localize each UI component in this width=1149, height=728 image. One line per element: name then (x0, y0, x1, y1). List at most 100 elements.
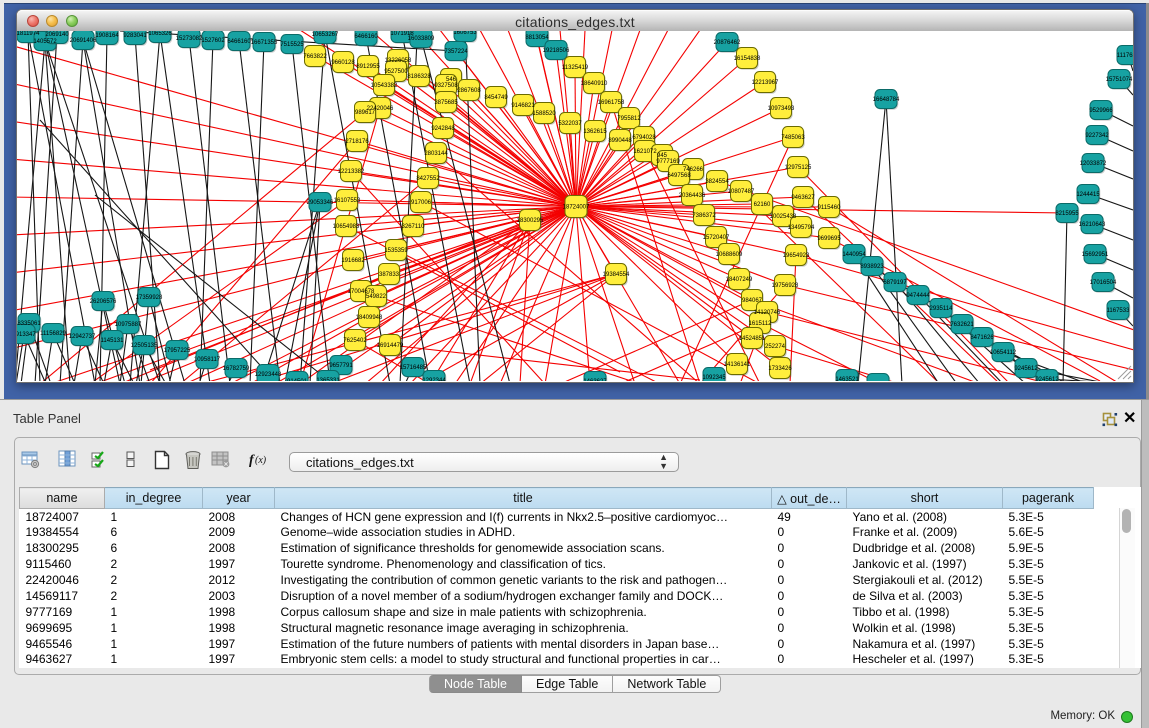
svg-text:14136141: 14136141 (724, 362, 751, 368)
svg-text:1167533: 1167533 (1107, 308, 1131, 314)
svg-text:8813054: 8813054 (525, 35, 549, 41)
svg-text:16210643: 16210643 (1079, 222, 1106, 228)
svg-text:1606753: 1606753 (453, 31, 477, 36)
svg-text:8990448: 8990448 (608, 138, 632, 144)
svg-text:18407249: 18407249 (726, 277, 753, 283)
svg-text:1365331: 1365331 (316, 378, 340, 381)
svg-text:1362615: 1362615 (583, 129, 607, 135)
svg-text:7955812: 7955812 (617, 116, 641, 122)
svg-text:9242848: 9242848 (431, 126, 455, 132)
svg-text:15716485: 15716485 (400, 365, 427, 371)
svg-text:16782759: 16782759 (223, 366, 250, 372)
svg-text:(x): (x) (255, 455, 267, 466)
svg-text:11156829: 11156829 (40, 331, 66, 337)
svg-text:1811974: 1811974 (17, 31, 40, 37)
svg-text:1588520: 1588520 (532, 111, 556, 117)
svg-text:9245612: 9245612 (1014, 366, 1038, 372)
svg-text:13495794: 13495794 (788, 225, 815, 231)
svg-text:7515525: 7515525 (280, 42, 304, 48)
svg-text:16033809: 16033809 (408, 36, 435, 42)
svg-text:914501: 914501 (287, 379, 308, 381)
svg-text:2803144: 2803144 (424, 151, 448, 157)
svg-text:19654923: 19654923 (783, 253, 810, 259)
svg-text:1621072: 1621072 (633, 149, 657, 155)
svg-text:18300295: 18300295 (517, 218, 544, 224)
svg-text:1908164: 1908164 (95, 33, 119, 39)
svg-text:19218506: 19218506 (543, 48, 570, 54)
svg-text:7632621: 7632621 (950, 322, 974, 328)
svg-text:10654112: 10654112 (990, 350, 1017, 356)
svg-text:1244415: 1244415 (1076, 192, 1100, 198)
svg-text:9660128: 9660128 (331, 60, 355, 66)
svg-text:10653267: 10653267 (312, 32, 339, 38)
svg-text:10975887: 10975887 (115, 322, 142, 328)
svg-text:7386372: 7386372 (692, 213, 716, 219)
svg-text:8427552: 8427552 (416, 176, 440, 182)
svg-text:19756928: 19756928 (772, 283, 799, 289)
svg-text:2069140: 2069140 (45, 32, 69, 38)
svg-text:26206576: 26206576 (90, 299, 117, 305)
svg-text:19384554: 19384554 (603, 272, 630, 278)
svg-text:9463627: 9463627 (791, 195, 815, 201)
svg-text:9657791: 9657791 (329, 363, 353, 369)
svg-text:8912955: 8912955 (356, 64, 380, 70)
svg-text:10807487: 10807487 (728, 189, 755, 195)
svg-text:549822: 549822 (366, 294, 387, 300)
svg-text:1440954: 1440954 (842, 252, 866, 258)
svg-text:15273082: 15273082 (176, 36, 203, 42)
svg-text:6879197: 6879197 (883, 280, 907, 286)
svg-text:9527500: 9527500 (384, 69, 408, 75)
svg-text:9913347: 9913347 (17, 332, 36, 338)
svg-text:12033872: 12033872 (1080, 161, 1107, 167)
svg-text:1092345: 1092345 (702, 375, 726, 381)
svg-text:17359928: 17359928 (136, 295, 163, 301)
svg-text:1916682: 1916682 (341, 258, 365, 264)
svg-text:3824554: 3824554 (705, 179, 729, 185)
svg-text:6466160: 6466160 (227, 39, 251, 45)
svg-text:13226058: 13226058 (385, 58, 412, 64)
svg-text:1527602: 1527602 (201, 38, 225, 44)
svg-text:12213382: 12213382 (338, 169, 365, 175)
svg-text:6497568: 6497568 (667, 173, 691, 179)
svg-text:2718176: 2718176 (345, 139, 369, 145)
svg-text:11325419: 11325419 (562, 65, 589, 71)
svg-text:1145131: 1145131 (101, 338, 125, 344)
svg-text:1615112: 1615112 (749, 321, 773, 327)
svg-text:12213967: 12213967 (752, 80, 779, 86)
svg-text:3875685: 3875685 (434, 100, 458, 106)
svg-text:9283041: 9283041 (123, 33, 147, 39)
svg-text:387833: 387833 (379, 272, 400, 278)
svg-text:1733426: 1733426 (768, 366, 792, 372)
svg-text:17016504: 17016504 (1090, 280, 1117, 286)
svg-text:16671355: 16671355 (251, 40, 278, 46)
svg-text:9146821: 9146821 (511, 103, 535, 109)
svg-text:20364436: 20364436 (679, 193, 706, 199)
svg-text:1405572: 1405572 (33, 39, 57, 45)
svg-text:17957225: 17957225 (164, 348, 191, 354)
svg-text:984067: 984067 (742, 298, 763, 304)
svg-text:15692951: 15692951 (1082, 252, 1109, 258)
svg-text:9529966: 9529966 (1089, 108, 1113, 114)
svg-text:7663822: 7663822 (303, 54, 327, 60)
svg-text:3267110: 3267110 (402, 224, 426, 230)
svg-text:14524851: 14524851 (739, 336, 766, 342)
svg-text:252274: 252274 (765, 344, 786, 350)
svg-text:18640910: 18640910 (581, 81, 608, 87)
svg-text:9699695: 9699695 (817, 236, 841, 242)
svg-text:7357224: 7357224 (444, 49, 468, 55)
svg-text:8335061: 8335061 (17, 321, 41, 327)
svg-text:9227342: 9227342 (1085, 133, 1109, 139)
svg-text:12975125: 12975125 (785, 165, 812, 171)
svg-text:18409948: 18409948 (356, 315, 383, 321)
svg-text:917006: 917006 (411, 200, 432, 206)
svg-text:7625402: 7625402 (343, 338, 367, 344)
svg-text:16914479: 16914479 (377, 343, 404, 349)
svg-text:16648784: 16648784 (873, 97, 900, 103)
svg-text:8186328: 8186328 (407, 74, 431, 80)
svg-text:20876462: 20876462 (714, 40, 741, 46)
svg-text:1292344: 1292344 (422, 378, 446, 381)
svg-text:15720407: 15720407 (703, 235, 730, 241)
svg-text:9777169: 9777169 (656, 159, 680, 165)
svg-text:16154838: 16154838 (734, 56, 761, 62)
svg-text:1463521: 1463521 (835, 377, 859, 381)
